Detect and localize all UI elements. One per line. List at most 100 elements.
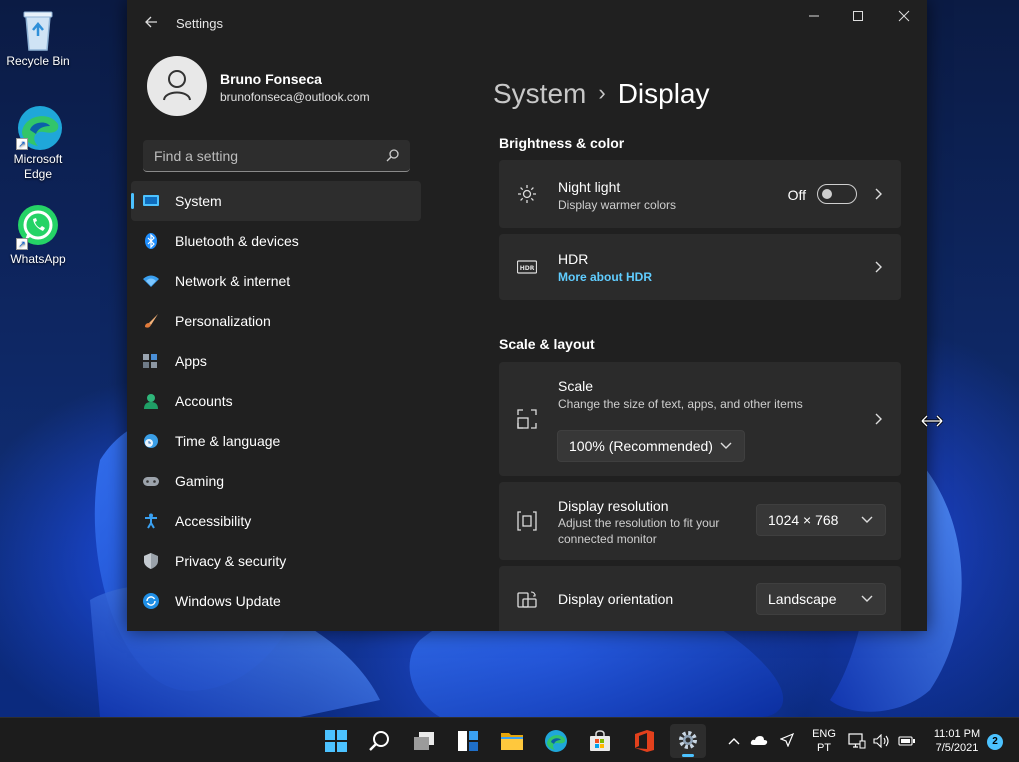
orientation-title: Display orientation (558, 591, 674, 607)
task-view-icon (414, 732, 434, 750)
orientation-dropdown[interactable]: Landscape (756, 583, 886, 615)
edge-icon: ↗ (16, 104, 62, 150)
clock-time: 11:01 PM (933, 728, 981, 740)
chevron-right-icon[interactable] (873, 412, 883, 426)
taskbar-edge-button[interactable] (538, 724, 574, 758)
sidebar-item-gaming[interactable]: Gaming (131, 461, 421, 501)
scale-icon (517, 409, 537, 429)
volume-icon[interactable] (873, 734, 891, 748)
user-icon (163, 70, 191, 101)
night-light-title: Night light (558, 179, 621, 195)
edge-icon (545, 730, 567, 752)
sidebar-item-accessibility[interactable]: Accessibility (131, 501, 421, 541)
avatar[interactable] (147, 56, 207, 116)
brush-icon (145, 314, 158, 328)
back-arrow-icon (145, 16, 157, 28)
accessibility-icon (145, 513, 157, 529)
sidebar-item-bluetooth[interactable]: Bluetooth & devices (131, 221, 421, 261)
settings-window: Settings Bruno Fonseca brunofonseca@outl… (127, 0, 927, 631)
desktop-icon-whatsapp[interactable]: ↗ WhatsApp (0, 204, 76, 267)
sidebar-item-label: Accounts (175, 393, 233, 409)
gamepad-icon (143, 477, 159, 486)
desktop-icon-label: Recycle Bin (6, 54, 70, 68)
resolution-icon (517, 511, 537, 531)
taskbar-file-explorer-button[interactable] (494, 724, 530, 758)
sidebar-item-label: Accessibility (175, 513, 252, 529)
desktop-icon-label: WhatsApp (10, 252, 66, 266)
network-monitor-icon[interactable] (848, 733, 866, 749)
taskbar-search-button[interactable] (362, 724, 398, 758)
back-button[interactable] (141, 12, 161, 32)
resolution-dropdown[interactable]: 1024 × 768 (756, 504, 886, 536)
chevron-up-icon[interactable] (728, 737, 740, 745)
resolution-subtitle-line1: Adjust the resolution to fit your (558, 516, 720, 530)
search-placeholder: Find a setting (154, 148, 239, 164)
language-line1: ENG (812, 728, 836, 740)
section-heading-scale-layout: Scale & layout (499, 336, 595, 352)
sidebar-item-apps[interactable]: Apps (131, 341, 421, 381)
breadcrumb-parent[interactable]: System (493, 78, 586, 109)
taskbar-widgets-button[interactable] (450, 724, 486, 758)
scale-subtitle: Change the size of text, apps, and other… (558, 397, 803, 411)
onedrive-cloud-icon[interactable] (750, 735, 768, 746)
location-icon[interactable] (780, 733, 794, 747)
clock-date: 7/5/2021 (935, 742, 979, 754)
night-light-card[interactable]: Night light Display warmer colors Off (499, 160, 901, 228)
sidebar-item-network[interactable]: Network & internet (131, 261, 421, 301)
sidebar-item-label: Personalization (175, 313, 271, 329)
sidebar-item-label: Time & language (175, 433, 281, 449)
apps-icon (143, 354, 157, 368)
notification-badge[interactable]: 2 (987, 734, 1003, 750)
taskbar-settings-button[interactable] (670, 724, 706, 758)
system-icon (143, 195, 159, 206)
clock[interactable]: 11:01 PM 7/5/2021 (920, 727, 994, 755)
sidebar-item-system[interactable]: System (131, 181, 421, 221)
widgets-icon (458, 731, 478, 751)
settings-icon (679, 731, 697, 749)
battery-icon[interactable] (898, 735, 916, 747)
sidebar-item-accounts[interactable]: Accounts (131, 381, 421, 421)
sidebar-item-privacy-security[interactable]: Privacy & security (131, 541, 421, 581)
resolution-value: 1024 × 768 (768, 512, 839, 528)
sidebar-item-label: System (175, 193, 222, 209)
sidebar-item-personalization[interactable]: Personalization (131, 301, 421, 341)
sidebar-item-label: Apps (175, 353, 207, 369)
accounts-icon (144, 394, 158, 409)
svg-text:HDR: HDR (520, 265, 535, 272)
taskbar-store-button[interactable] (582, 724, 618, 758)
start-icon (325, 730, 347, 752)
orientation-icon (517, 591, 537, 608)
desktop-icon-recycle-bin[interactable]: Recycle Bin (0, 6, 76, 69)
resolution-title: Display resolution (558, 498, 669, 514)
chevron-right-icon[interactable] (873, 260, 883, 274)
hdr-more-link[interactable]: More about HDR (558, 269, 652, 285)
taskbar-task-view-button[interactable] (406, 724, 442, 758)
sidebar-nav: System Bluetooth & devices Network & int… (131, 181, 423, 621)
chevron-down-icon (720, 442, 732, 449)
night-light-toggle[interactable] (817, 184, 857, 204)
scale-dropdown[interactable]: 100% (Recommended) (557, 430, 745, 462)
chevron-down-icon (861, 595, 873, 602)
hdr-card[interactable]: HDR HDR More about HDR (499, 234, 901, 300)
desktop-icon-edge[interactable]: ↗ Microsoft Edge (0, 104, 76, 182)
resolution-subtitle-line2: connected monitor (558, 532, 657, 546)
resize-cursor-icon (920, 414, 944, 428)
sidebar-item-windows-update[interactable]: Windows Update (131, 581, 421, 621)
toggle-knob (822, 189, 832, 199)
recycle-bin-icon (16, 6, 60, 51)
scale-card[interactable]: Scale Change the size of text, apps, and… (499, 362, 901, 476)
profile-name: Bruno Fonseca (220, 71, 322, 87)
selection-indicator (131, 193, 134, 209)
taskbar-office-button[interactable] (626, 724, 662, 758)
search-icon (369, 731, 389, 751)
chevron-right-icon[interactable] (873, 187, 883, 201)
taskbar-start-button[interactable] (318, 724, 354, 758)
search-input[interactable]: Find a setting (143, 140, 410, 172)
night-light-state: Off (787, 187, 806, 203)
sidebar-item-time-language[interactable]: Time & language (131, 421, 421, 461)
file-explorer-icon (501, 733, 523, 750)
office-icon (635, 730, 654, 752)
language-indicator[interactable]: ENG PT (808, 727, 840, 755)
taskbar: ENG PT 11:01 PM 7/5/2021 (0, 717, 1019, 762)
window-title: Settings (176, 16, 223, 31)
